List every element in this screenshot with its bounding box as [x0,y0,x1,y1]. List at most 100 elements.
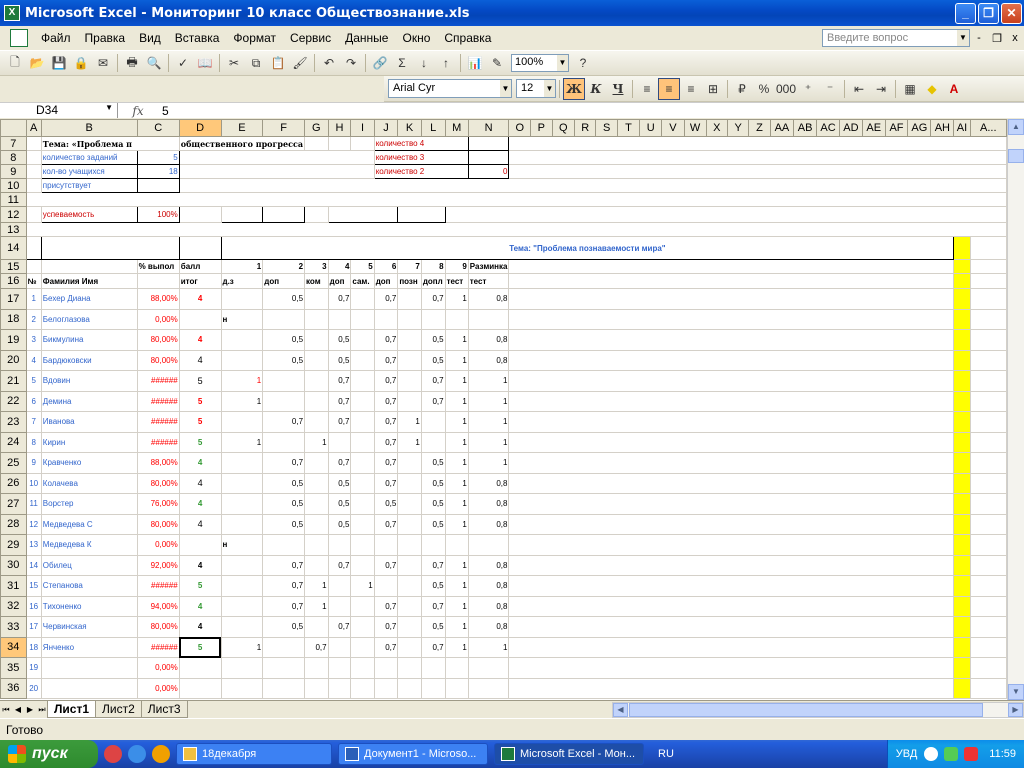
cell[interactable] [25,222,1007,237]
student-percent[interactable]: ###### [136,431,180,453]
score-cell[interactable] [220,513,264,535]
sheet-table[interactable]: A B C D E F G H I J K L M N O P Q R S T [0,119,1007,699]
row-header[interactable]: 24 [0,431,27,453]
prev-sheet-icon[interactable]: ◀ [12,705,24,714]
cell[interactable] [327,136,352,151]
research-icon[interactable]: 📖 [194,52,216,74]
cell[interactable] [969,411,1007,433]
score-cell[interactable] [397,595,422,617]
score-cell[interactable] [220,411,264,433]
row-header[interactable]: 29 [0,534,27,556]
thousands-button[interactable]: 000 [775,78,797,100]
score-cell[interactable]: 0,7 [373,431,399,453]
col-header[interactable]: A... [969,119,1007,137]
row-header[interactable]: 33 [0,616,27,638]
score-cell[interactable]: 0,7 [262,595,306,617]
row-header[interactable]: 16 [0,273,27,289]
score-cell[interactable]: 0,5 [262,349,306,371]
score-cell[interactable]: 0,8 [467,554,510,576]
cell[interactable] [969,534,1007,556]
cell[interactable] [508,554,955,576]
score-cell[interactable] [397,329,422,351]
restore-button[interactable]: ❐ [978,2,999,24]
subheader[interactable]: тест [467,273,510,289]
student-number[interactable]: 10 [25,472,42,494]
cell[interactable] [508,136,1007,151]
row-header[interactable]: 25 [0,452,27,474]
score-cell[interactable]: 0,8 [467,288,510,310]
score-cell[interactable] [304,513,329,535]
student-name[interactable]: Червинская [40,616,138,638]
score-cell[interactable] [220,595,264,617]
menu-data[interactable]: Данные [338,31,395,45]
score-cell[interactable] [397,308,422,330]
cell[interactable] [178,164,375,179]
student-number[interactable]: 6 [25,390,42,412]
col-header[interactable]: AC [816,119,840,137]
score-cell[interactable] [397,677,422,699]
score-cell[interactable] [397,575,422,597]
select-all-corner[interactable] [0,119,27,137]
row-header[interactable]: 23 [0,411,27,433]
tray-network-icon[interactable] [944,747,959,761]
cell[interactable] [953,472,971,494]
student-grade[interactable]: 5 [178,636,222,658]
student-percent[interactable]: 94,00% [136,595,180,617]
cell[interactable] [136,178,180,193]
email-icon[interactable]: ✉ [92,52,114,74]
opera-icon[interactable] [104,745,122,763]
menu-edit[interactable]: Правка [78,31,133,45]
score-cell[interactable]: 0,7 [420,370,446,392]
cell[interactable] [508,595,955,617]
cell[interactable] [969,308,1007,330]
score-cell[interactable]: 1 [444,493,469,515]
score-cell[interactable] [467,657,510,679]
underline-button[interactable]: Ч [607,78,629,100]
score-cell[interactable] [327,595,352,617]
cell[interactable] [136,273,180,289]
score-cell[interactable]: 0,5 [420,472,446,494]
cell[interactable] [969,259,1007,274]
score-cell[interactable] [220,452,264,474]
score-cell[interactable] [304,329,329,351]
score-cell[interactable] [220,677,264,699]
cell[interactable] [25,136,42,151]
student-number[interactable]: 12 [25,513,42,535]
insert-function-icon[interactable]: fx [118,104,158,118]
cell[interactable] [40,236,180,260]
score-cell[interactable]: 0,5 [420,329,446,351]
task-number[interactable]: 9 [444,259,469,274]
cell[interactable] [953,657,971,679]
cell[interactable] [953,595,971,617]
cell[interactable] [969,513,1007,535]
help-icon[interactable]: ? [572,52,594,74]
score-cell[interactable]: 0,7 [262,452,306,474]
score-cell[interactable]: 1 [467,390,510,412]
score-cell[interactable] [350,677,375,699]
cell[interactable] [444,206,1007,223]
decrease-indent-icon[interactable]: ⇤ [848,78,870,100]
cell[interactable] [969,677,1007,699]
cell[interactable] [969,349,1007,371]
score-cell[interactable] [304,349,329,371]
count3-label[interactable]: количество 3 [373,150,469,165]
print-preview-icon[interactable]: 🔍 [143,52,165,74]
scroll-up-icon[interactable]: ▲ [1008,119,1024,135]
score-cell[interactable]: 0,7 [327,390,352,412]
score-cell[interactable] [327,534,352,556]
cell[interactable] [969,370,1007,392]
subheader[interactable]: д.з [220,273,264,289]
cut-icon[interactable]: ✂ [223,52,245,74]
score-cell[interactable]: 0,7 [373,472,399,494]
fill-color-icon[interactable]: ◆ [921,78,943,100]
cell[interactable] [508,411,955,433]
score-cell[interactable] [262,390,306,412]
score-cell[interactable] [397,370,422,392]
score-cell[interactable] [350,452,375,474]
cell[interactable] [508,164,1007,179]
subheader[interactable]: тест [444,273,469,289]
score-cell[interactable] [304,390,329,412]
student-number[interactable]: 13 [25,534,42,556]
score-cell[interactable] [304,493,329,515]
student-percent[interactable]: 76,00% [136,493,180,515]
